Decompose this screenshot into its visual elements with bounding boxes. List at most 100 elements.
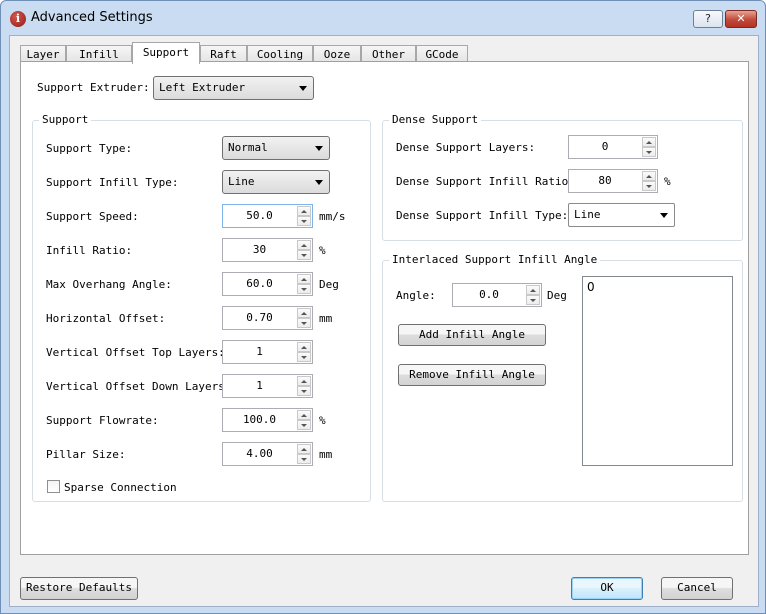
dense-support-group-title: Dense Support — [389, 113, 482, 126]
spin-down-button[interactable] — [297, 318, 311, 328]
spin-up-button[interactable] — [642, 137, 656, 147]
chevron-down-icon — [660, 213, 668, 218]
max-overhang-angle-label: Max Overhang Angle: — [46, 278, 172, 291]
pillar-size-label: Pillar Size: — [46, 448, 126, 461]
support-infill-type-value: Line — [228, 175, 255, 188]
spin-up-button[interactable] — [297, 410, 311, 420]
spin-down-button[interactable] — [642, 181, 656, 191]
support-flowrate-value: 100.0 — [242, 413, 277, 426]
dense-support-infill-type-select[interactable]: Line — [568, 203, 675, 227]
restore-defaults-button[interactable]: Restore Defaults — [20, 577, 138, 600]
dense-support-infill-ratio-value: 80 — [598, 174, 612, 187]
spin-up-button[interactable] — [297, 206, 311, 216]
horizontal-offset-unit: mm — [319, 312, 333, 325]
cancel-button[interactable]: Cancel — [661, 577, 733, 600]
dense-support-infill-type-label: Dense Support Infill Type: — [396, 209, 569, 222]
support-extruder-label: Support Extruder: — [37, 81, 150, 94]
spin-up-button[interactable] — [642, 171, 656, 181]
support-extruder-value: Left Extruder — [159, 81, 246, 94]
support-speed-label: Support Speed: — [46, 210, 139, 223]
vertical-offset-top-spinbox[interactable]: 1 — [222, 340, 313, 364]
spin-down-button[interactable] — [642, 147, 656, 157]
spin-up-button[interactable] — [297, 444, 311, 454]
horizontal-offset-label: Horizontal Offset: — [46, 312, 166, 325]
spin-up-button[interactable] — [297, 342, 311, 352]
support-speed-value: 50.0 — [246, 209, 273, 222]
ok-button[interactable]: OK — [571, 577, 643, 600]
spin-down-button[interactable] — [526, 295, 540, 305]
support-tab-page: Support Extruder: Left Extruder Support … — [20, 61, 749, 555]
pillar-size-spinbox[interactable]: 4.00 — [222, 442, 313, 466]
pillar-size-value: 4.00 — [246, 447, 273, 460]
help-button[interactable]: ? — [693, 10, 723, 28]
angle-unit: Deg — [547, 289, 567, 302]
angle-spinbox[interactable]: 0.0 — [452, 283, 542, 307]
dense-support-infill-ratio-spinbox[interactable]: 80 — [568, 169, 658, 193]
vertical-offset-down-spinbox[interactable]: 1 — [222, 374, 313, 398]
spin-up-button[interactable] — [297, 274, 311, 284]
spin-up-button[interactable] — [526, 285, 540, 295]
chevron-down-icon — [299, 86, 307, 91]
support-flowrate-unit: % — [319, 414, 326, 427]
spin-down-button[interactable] — [297, 352, 311, 362]
advanced-settings-window: i Advanced Settings ? ✕ Layer Infill Sup… — [0, 0, 766, 614]
spin-down-button[interactable] — [297, 420, 311, 430]
vertical-offset-down-value: 1 — [256, 379, 263, 392]
horizontal-offset-spinbox[interactable]: 0.70 — [222, 306, 313, 330]
support-type-value: Normal — [228, 141, 268, 154]
list-item[interactable]: 0 — [583, 277, 732, 297]
vertical-offset-down-label: Vertical Offset Down Layers: — [46, 380, 232, 393]
infill-angle-list[interactable]: 0 — [582, 276, 733, 466]
remove-infill-angle-button[interactable]: Remove Infill Angle — [398, 364, 546, 386]
horizontal-offset-value: 0.70 — [246, 311, 273, 324]
add-infill-angle-button[interactable]: Add Infill Angle — [398, 324, 546, 346]
max-overhang-angle-spinbox[interactable]: 60.0 — [222, 272, 313, 296]
sparse-connection-checkbox[interactable] — [47, 480, 60, 493]
support-extruder-select[interactable]: Left Extruder — [153, 76, 314, 100]
spin-down-button[interactable] — [297, 454, 311, 464]
infill-ratio-label: Infill Ratio: — [46, 244, 133, 257]
spin-up-button[interactable] — [297, 308, 311, 318]
dense-support-layers-value: 0 — [601, 140, 609, 153]
support-speed-spinbox[interactable]: 50.0 — [222, 204, 313, 228]
spin-up-button[interactable] — [297, 376, 311, 386]
tab-support[interactable]: Support — [132, 42, 200, 64]
max-overhang-angle-unit: Deg — [319, 278, 339, 291]
spin-down-button[interactable] — [297, 386, 311, 396]
chevron-down-icon — [315, 180, 323, 185]
dense-support-infill-ratio-unit: % — [664, 175, 671, 188]
max-overhang-angle-value: 60.0 — [246, 277, 273, 290]
support-flowrate-label: Support Flowrate: — [46, 414, 159, 427]
angle-value: 0.0 — [479, 288, 499, 301]
spin-down-button[interactable] — [297, 284, 311, 294]
vertical-offset-top-label: Vertical Offset Top Layers: — [46, 346, 225, 359]
dense-support-layers-label: Dense Support Layers: — [396, 141, 536, 154]
interlaced-support-group-title: Interlaced Support Infill Angle — [389, 253, 601, 266]
pillar-size-unit: mm — [319, 448, 333, 461]
sparse-connection-label[interactable]: Sparse Connection — [64, 481, 177, 494]
dialog-client-area: Layer Infill Support Raft Cooling Ooze O… — [9, 35, 759, 607]
support-group: Support Support Type: Normal Support Inf… — [32, 113, 371, 502]
title-bar[interactable]: i Advanced Settings ? ✕ — [1, 1, 765, 35]
support-infill-type-label: Support Infill Type: — [46, 176, 179, 189]
spin-up-button[interactable] — [297, 240, 311, 250]
close-button[interactable]: ✕ — [725, 10, 757, 28]
support-infill-type-select[interactable]: Line — [222, 170, 330, 194]
window-title: Advanced Settings — [31, 10, 153, 25]
support-speed-unit: mm/s — [319, 210, 346, 223]
dense-support-infill-type-value: Line — [574, 208, 601, 221]
support-type-select[interactable]: Normal — [222, 136, 330, 160]
chevron-down-icon — [315, 146, 323, 151]
infill-ratio-spinbox[interactable]: 30 — [222, 238, 313, 262]
support-flowrate-spinbox[interactable]: 100.0 — [222, 408, 313, 432]
vertical-offset-top-value: 1 — [256, 345, 263, 358]
infill-ratio-value: 30 — [252, 243, 267, 256]
infill-ratio-unit: % — [319, 244, 326, 257]
dense-support-group: Dense Support Dense Support Layers: 0 De… — [382, 113, 743, 241]
dense-support-infill-ratio-label: Dense Support Infill Ratio: — [396, 175, 575, 188]
dense-support-layers-spinbox[interactable]: 0 — [568, 135, 658, 159]
support-group-title: Support — [39, 113, 92, 126]
spin-down-button[interactable] — [297, 250, 311, 260]
app-icon: i — [10, 11, 26, 27]
spin-down-button[interactable] — [297, 216, 311, 226]
